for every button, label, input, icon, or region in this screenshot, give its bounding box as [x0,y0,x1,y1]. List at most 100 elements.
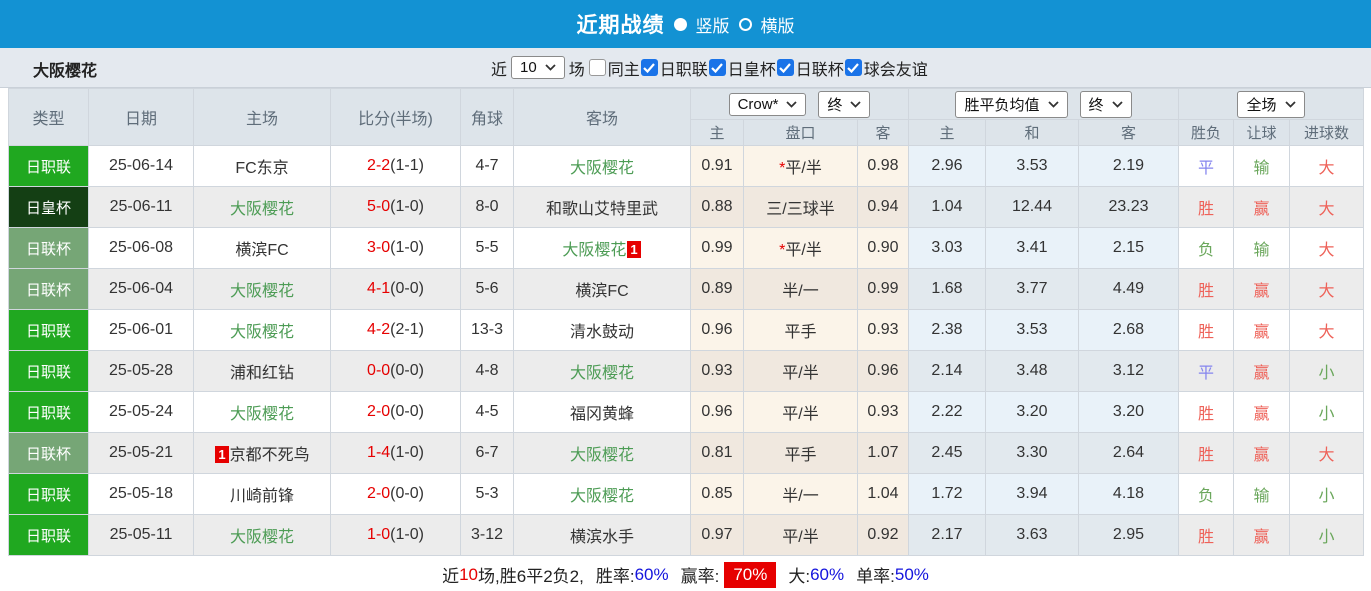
away-team-cell: 横滨水手 [513,514,691,556]
team-link[interactable]: 大阪樱花 [570,447,634,464]
odds-away-cell: 2.64 [1078,432,1179,474]
result-wdl-cell: 胜 [1178,432,1234,474]
team-link[interactable]: 大阪樱花 [230,529,294,546]
layout-radio-group: 竖版 横版 [673,12,795,37]
score-fulltime: 0-0 [367,362,391,379]
sub-header-ah-away: 客 [857,119,909,146]
layout-radio-selected[interactable] [673,17,687,31]
team-link[interactable]: 京都不死鸟 [230,447,310,464]
filter-checkbox[interactable] [844,59,862,76]
team-link[interactable]: 清水鼓动 [570,324,634,341]
ah-home-odds-cell: 0.97 [690,514,744,556]
filter-checkbox[interactable] [588,59,606,76]
team-link[interactable]: 大阪樱花 [570,488,634,505]
ah-line-cell: *平/半 [743,145,858,187]
away-team-cell: 大阪樱花 [513,145,691,187]
odds-type-select[interactable]: 胜平负均值 [955,90,1068,118]
table-row: 日职联 25-06-14 FC东京 2-2(1-1) 4-7 大阪樱花 0.91 *平/半 0.… [8,145,1364,187]
table-row: 日职联 25-05-28 浦和红钻 0-0(0-0) 4-8 大阪樱花 0.93 平/半 0.9… [8,350,1364,392]
result-wdl-cell: 胜 [1178,268,1234,310]
score-halftime: (0-0) [390,362,424,379]
odds-home-cell: 2.22 [908,391,986,433]
filter-checkbox[interactable] [708,59,726,76]
home-team-cell: 大阪樱花 [193,309,331,351]
type-cell: 日职联 [8,473,89,515]
result-goals-cell: 大 [1289,227,1364,269]
red-card-badge: 1 [627,241,641,258]
team-link[interactable]: 大阪樱花 [230,406,294,423]
result-handicap-cell: 赢 [1233,391,1290,433]
layout-radio-label[interactable]: 竖版 [696,12,730,37]
asterisk-marker: * [779,242,786,259]
result-handicap-cell: 赢 [1233,309,1290,351]
team-link[interactable]: 横滨水手 [570,529,634,546]
summary-big-label: 大: [788,567,811,586]
summary-near: 近 [442,567,460,586]
score-cell: 5-0(1-0) [330,186,461,228]
corners-cell: 13-3 [460,309,514,351]
ah-home-odds-cell: 0.96 [690,309,744,351]
chevron-down-icon [850,100,862,108]
corners-cell: 5-6 [460,268,514,310]
team-link[interactable]: 大阪樱花 [230,201,294,218]
team-link[interactable]: 福冈黄蜂 [570,406,634,423]
eu-time-select[interactable]: 终 [1079,90,1132,118]
corners-cell: 8-0 [460,186,514,228]
match-count-select[interactable]: 10 [511,56,565,79]
type-cell: 日职联 [8,514,89,556]
ah-home-odds-cell: 0.91 [690,145,744,187]
odds-home-cell: 1.04 [908,186,986,228]
score-fulltime: 4-1 [367,280,391,297]
odds-home-cell: 1.72 [908,473,986,515]
corners-cell: 6-7 [460,432,514,474]
away-team-cell: 大阪樱花 1 [513,227,691,269]
team-link[interactable]: 大阪樱花 [230,283,294,300]
sub-header-goals: 进球数 [1289,119,1364,146]
layout-radio-label[interactable]: 横版 [761,12,795,37]
odds-draw-cell: 3.63 [985,514,1079,556]
team-link[interactable]: FC东京 [235,160,288,177]
filter-checkbox-label: 日皇杯 [727,61,776,79]
type-cell: 日皇杯 [8,186,89,228]
odds-draw-cell: 3.41 [985,227,1079,269]
summary-winrate-value: 60% [634,564,669,584]
team-link[interactable]: 大阪樱花 [570,365,634,382]
team-link[interactable]: 大阪樱花 [562,242,626,259]
ah-home-odds-cell: 0.96 [690,391,744,433]
team-link[interactable]: 横滨FC [575,283,628,300]
col-header-score: 比分(半场) [330,88,461,146]
odds-type-select-value: 胜平负均值 [964,96,1040,114]
ah-away-odds-cell: 0.92 [857,514,909,556]
filter-checkbox-group: 同主 日职联 日皇杯 日联杯 球会友谊 [588,56,929,80]
team-link[interactable]: 浦和红钻 [230,365,294,382]
home-team-cell: 横滨FC [193,227,331,269]
ah-away-odds-cell: 0.99 [857,268,909,310]
score-fulltime: 3-0 [367,239,391,256]
col-header-type: 类型 [8,88,89,146]
col-header-home: 主场 [193,88,331,146]
team-link[interactable]: 大阪樱花 [230,324,294,341]
check-icon [711,62,724,73]
score-cell: 4-2(2-1) [330,309,461,351]
scope-select[interactable]: 全场 [1237,90,1305,118]
sub-header-wdl: 胜负 [1178,119,1234,146]
team-link[interactable]: 川崎前锋 [230,488,294,505]
away-team-cell: 大阪樱花 [513,432,691,474]
odds-home-cell: 2.45 [908,432,986,474]
score-fulltime: 5-0 [367,198,391,215]
filter-checkbox[interactable] [640,59,658,76]
away-team-cell: 和歌山艾特里武 [513,186,691,228]
bookmaker-select[interactable]: Crow* [728,92,807,116]
odds-draw-cell: 3.48 [985,350,1079,392]
odds-away-cell: 4.49 [1078,268,1179,310]
team-link[interactable]: 横滨FC [235,242,288,259]
odds-home-cell: 2.14 [908,350,986,392]
filter-checkbox[interactable] [776,59,794,76]
chevron-down-icon [1111,100,1123,108]
score-cell: 2-2(1-1) [330,145,461,187]
sub-header-handicap: 让球 [1233,119,1290,146]
ah-time-select[interactable]: 终 [818,90,871,118]
team-link[interactable]: 和歌山艾特里武 [546,201,658,218]
layout-radio-unselected[interactable] [738,17,752,31]
team-link[interactable]: 大阪樱花 [570,160,634,177]
